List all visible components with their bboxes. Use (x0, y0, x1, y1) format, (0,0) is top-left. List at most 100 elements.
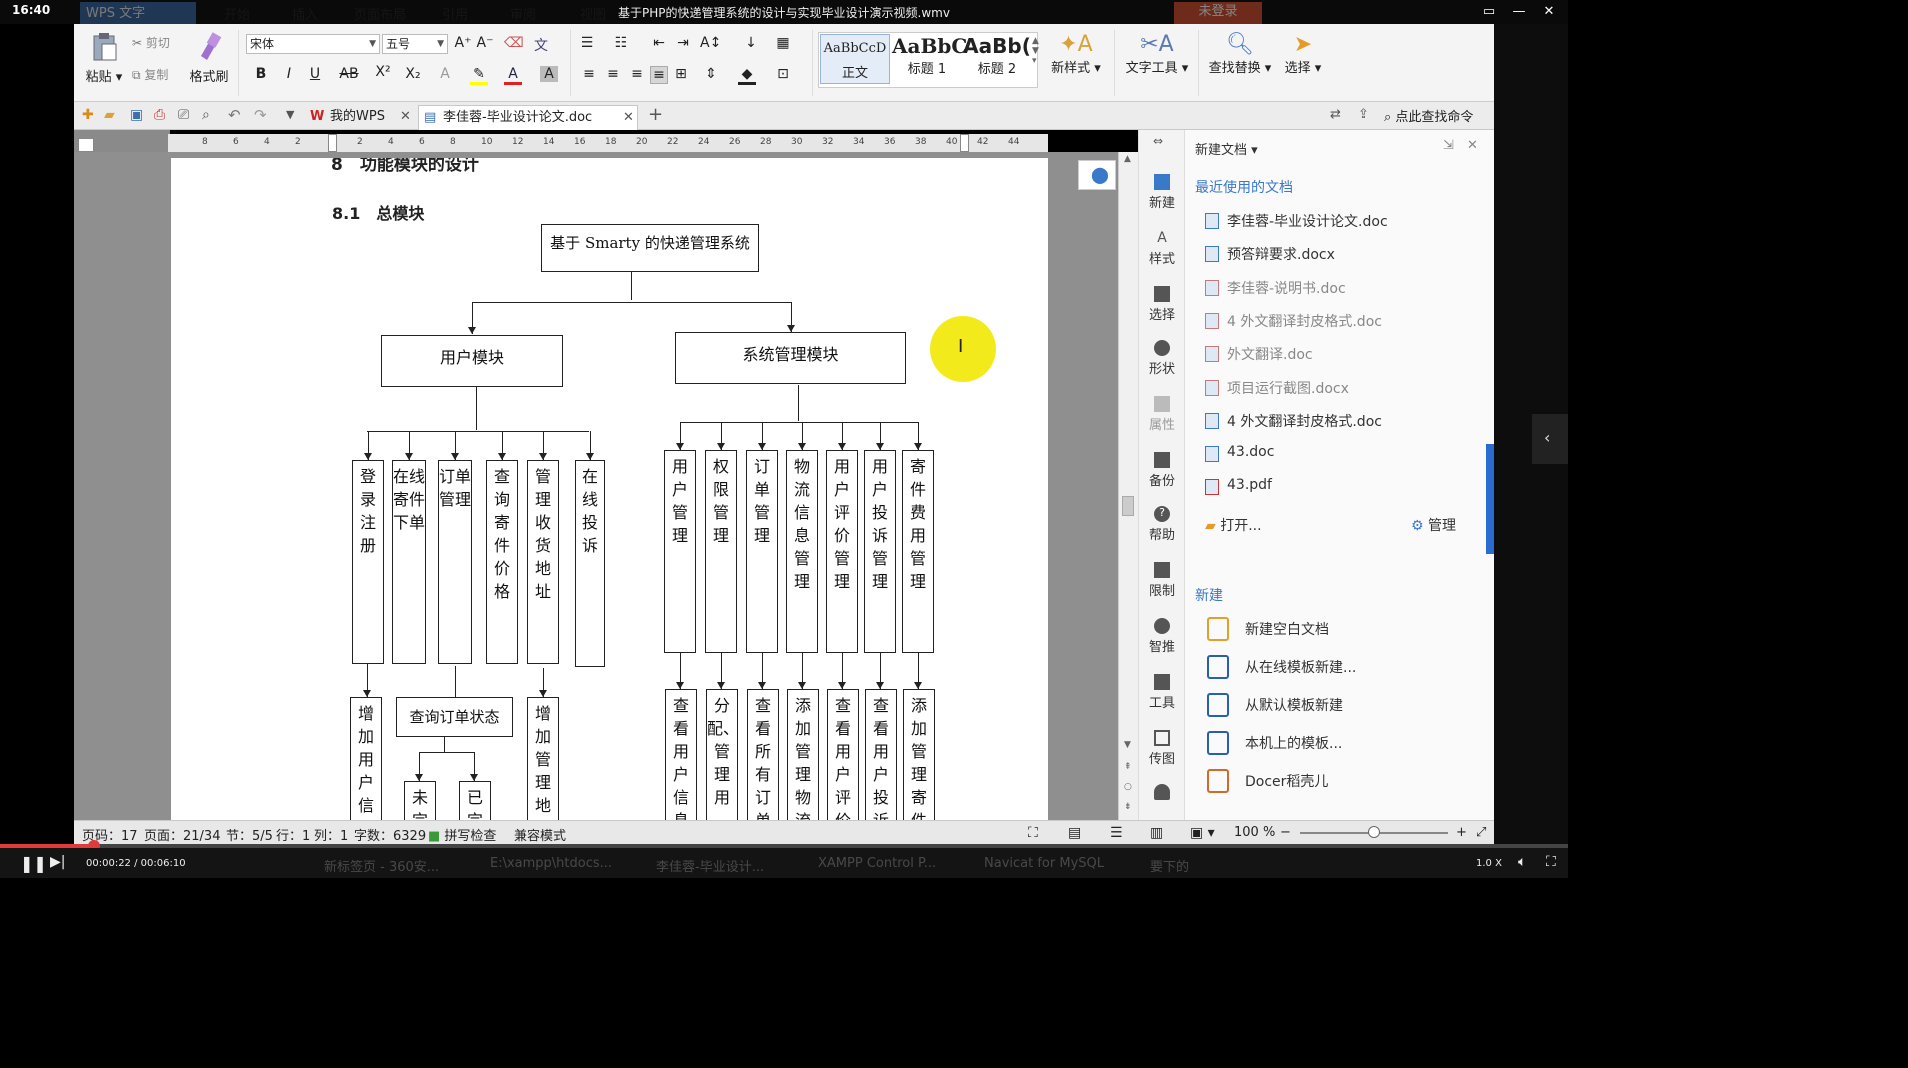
grow-font-icon[interactable]: A⁺ (454, 35, 472, 51)
taskbar-item[interactable]: 李佳蓉-毕业设计... (656, 856, 764, 875)
page-view-icon[interactable]: ▤ (1068, 825, 1081, 841)
add-tab-button[interactable]: + (648, 104, 663, 125)
align-left-icon[interactable]: ≡ (580, 66, 598, 82)
wps-app-menu[interactable]: WPS 文字 (80, 2, 196, 24)
fullscreen-icon[interactable]: ⛶ (1546, 854, 1556, 870)
tab-reference[interactable]: 引用 (442, 4, 468, 23)
strikethrough-icon[interactable]: AB (336, 66, 362, 82)
new-option-item[interactable]: 从默认模板新建 (1207, 693, 1477, 721)
style-heading2[interactable]: AaBb(标题 2 (962, 34, 1032, 84)
table-icon[interactable]: ▦ (774, 35, 792, 51)
sidebar-item-restrict[interactable]: 限制 (1139, 562, 1185, 599)
underline-icon[interactable]: U (306, 66, 324, 82)
prev-page-icon[interactable]: ⇞ (1124, 762, 1132, 772)
left-indent-marker[interactable] (328, 134, 337, 152)
close-tab-icon[interactable]: ✕ (400, 105, 411, 129)
copy-button[interactable]: ⧉ 复制 (132, 66, 168, 83)
close-tab-icon[interactable]: ✕ (623, 106, 634, 130)
paragraph-shading-icon[interactable]: ◆ (738, 66, 756, 85)
status-page-count[interactable]: 页面：21/34 (144, 825, 220, 844)
share-icon[interactable]: ⇪ (1358, 107, 1369, 122)
spell-check-toggle[interactable]: ■ 拼写检查 (428, 825, 496, 844)
tab-home[interactable]: 开始 (224, 4, 250, 23)
recent-document-item[interactable]: 4 外文翻译封皮格式.doc (1205, 411, 1485, 433)
sidebar-item-property[interactable]: 属性 (1139, 396, 1185, 433)
sidebar-item-tools[interactable]: 工具 (1139, 674, 1185, 711)
sidebar-toggle-icon[interactable]: ⇔ (1153, 134, 1163, 148)
collapse-panel-button[interactable]: ‹ (1532, 414, 1568, 464)
decrease-indent-icon[interactable]: ⇤ (650, 35, 668, 51)
document-page[interactable]: 8 功能模块的设计 8.1 总模块 基于 Smarty 的快递管理系统 用户模块 系… (171, 158, 1048, 820)
sidebar-item-backup[interactable]: 备份 (1139, 452, 1185, 489)
new-option-item[interactable]: 从在线模板新建... (1207, 655, 1477, 683)
quick-access-dropdown-icon[interactable]: ▼ (286, 108, 294, 121)
open-button[interactable]: ▰ 打开... (1205, 515, 1262, 535)
sync-icon[interactable]: ⇄ (1330, 107, 1341, 122)
char-shading-icon[interactable]: A (540, 66, 558, 82)
pause-icon[interactable]: ❚❚ (20, 854, 47, 873)
select-button[interactable]: ➤ 选择 ▾ (1278, 32, 1328, 76)
recent-document-item[interactable]: 4 外文翻译封皮格式.doc (1205, 311, 1485, 333)
status-word-count[interactable]: 字数：6329 (354, 825, 426, 844)
print-icon[interactable]: ⎚ (178, 107, 189, 123)
phonetic-icon[interactable]: 文 (532, 35, 550, 55)
taskbar-item[interactable]: E:\xampp\htdocs... (490, 856, 612, 871)
numbered-list-icon[interactable]: ☷ (612, 35, 630, 51)
location-pin-button[interactable]: ⬤ (1078, 160, 1116, 190)
align-center-icon[interactable]: ≡ (604, 66, 622, 82)
new-doc-icon[interactable]: ✚ (82, 107, 94, 123)
tab-mywps[interactable]: W 我的WPS ✕ (306, 105, 414, 130)
paste-button[interactable]: 粘贴 ▾ (84, 32, 124, 85)
sort-icon[interactable]: ↓ (742, 35, 760, 51)
tab-document[interactable]: ▤ 李佳蓉-毕业设计论文.doc ✕ (418, 105, 638, 130)
font-color-icon[interactable]: A (504, 66, 522, 85)
sidebar-item-users[interactable] (1139, 784, 1185, 802)
command-search[interactable]: ⌕ 点此查找命令 (1384, 106, 1473, 125)
new-option-item[interactable]: 新建空白文档 (1207, 617, 1477, 645)
style-heading1[interactable]: AaBbC 标题 1 (892, 34, 967, 84)
align-right-icon[interactable]: ≡ (628, 66, 646, 82)
recent-document-item[interactable]: 项目运行截图.docx (1205, 378, 1485, 400)
scroll-thumb[interactable] (1122, 496, 1134, 516)
outline-view-icon[interactable]: ☰ (1110, 825, 1123, 841)
login-button[interactable]: 未登录 (1174, 2, 1262, 24)
font-size-select[interactable]: 五号 ▼ (382, 34, 448, 54)
format-painter-button[interactable]: 格式刷 (186, 32, 232, 85)
panel-pin-icon[interactable]: ⇲ (1443, 138, 1454, 153)
zoom-in-button[interactable]: + (1456, 825, 1467, 840)
scroll-up-icon[interactable]: ▲ (1124, 154, 1131, 164)
minimize-icon[interactable]: — (1506, 2, 1532, 22)
bold-icon[interactable]: B (252, 66, 270, 82)
tab-view[interactable]: 视图 (580, 4, 606, 23)
recent-document-item[interactable]: 李佳蓉-说明书.doc (1205, 278, 1485, 300)
taskbar-item[interactable]: XAMPP Control P... (818, 856, 936, 871)
distribute-icon[interactable]: ⊞ (672, 66, 690, 82)
taskbar-item[interactable]: 新标签页 - 360安... (324, 856, 439, 875)
tab-stop-selector[interactable] (78, 138, 94, 152)
new-style-button[interactable]: ✦A 新样式 ▾ (1046, 32, 1106, 76)
style-normal[interactable]: AaBbCcD 正文 (820, 34, 890, 84)
recent-document-item[interactable]: 李佳蓉-毕业设计论文.doc (1205, 211, 1485, 233)
shrink-font-icon[interactable]: A⁻ (476, 35, 494, 51)
cut-button[interactable]: ✂ 剪切 (132, 34, 170, 51)
browse-object-icon[interactable]: ○ (1124, 782, 1132, 792)
text-direction-icon[interactable]: A↕ (700, 35, 721, 51)
volume-icon[interactable]: 🔈︎ (1518, 854, 1526, 870)
gallery-scroll-icon[interactable]: ▲ ▼ ▾ (1032, 36, 1039, 66)
panel-header[interactable]: 新建文档 ▾ (1195, 139, 1258, 158)
increase-indent-icon[interactable]: ⇥ (674, 35, 692, 51)
tab-layout[interactable]: 页面布局 (354, 4, 406, 23)
zoom-level[interactable]: 100 % (1234, 825, 1275, 840)
recent-document-item[interactable]: 43.doc (1205, 444, 1485, 466)
sidebar-item-upload-image[interactable]: 传图 (1139, 730, 1185, 767)
right-indent-marker[interactable] (960, 134, 969, 152)
subscript-icon[interactable]: X₂ (404, 66, 422, 82)
open-folder-icon[interactable]: ▰ (104, 107, 115, 123)
close-icon[interactable]: ✕ (1536, 2, 1562, 22)
manage-button[interactable]: ⚙ 管理 (1411, 515, 1456, 535)
panel-scroll-indicator[interactable] (1486, 444, 1494, 554)
new-option-item[interactable]: Docer稻壳儿 (1207, 769, 1477, 797)
undo-icon[interactable]: ↶ (228, 106, 241, 124)
redo-icon[interactable]: ↷ (254, 106, 267, 124)
line-spacing-icon[interactable]: ⇕ (702, 66, 720, 82)
